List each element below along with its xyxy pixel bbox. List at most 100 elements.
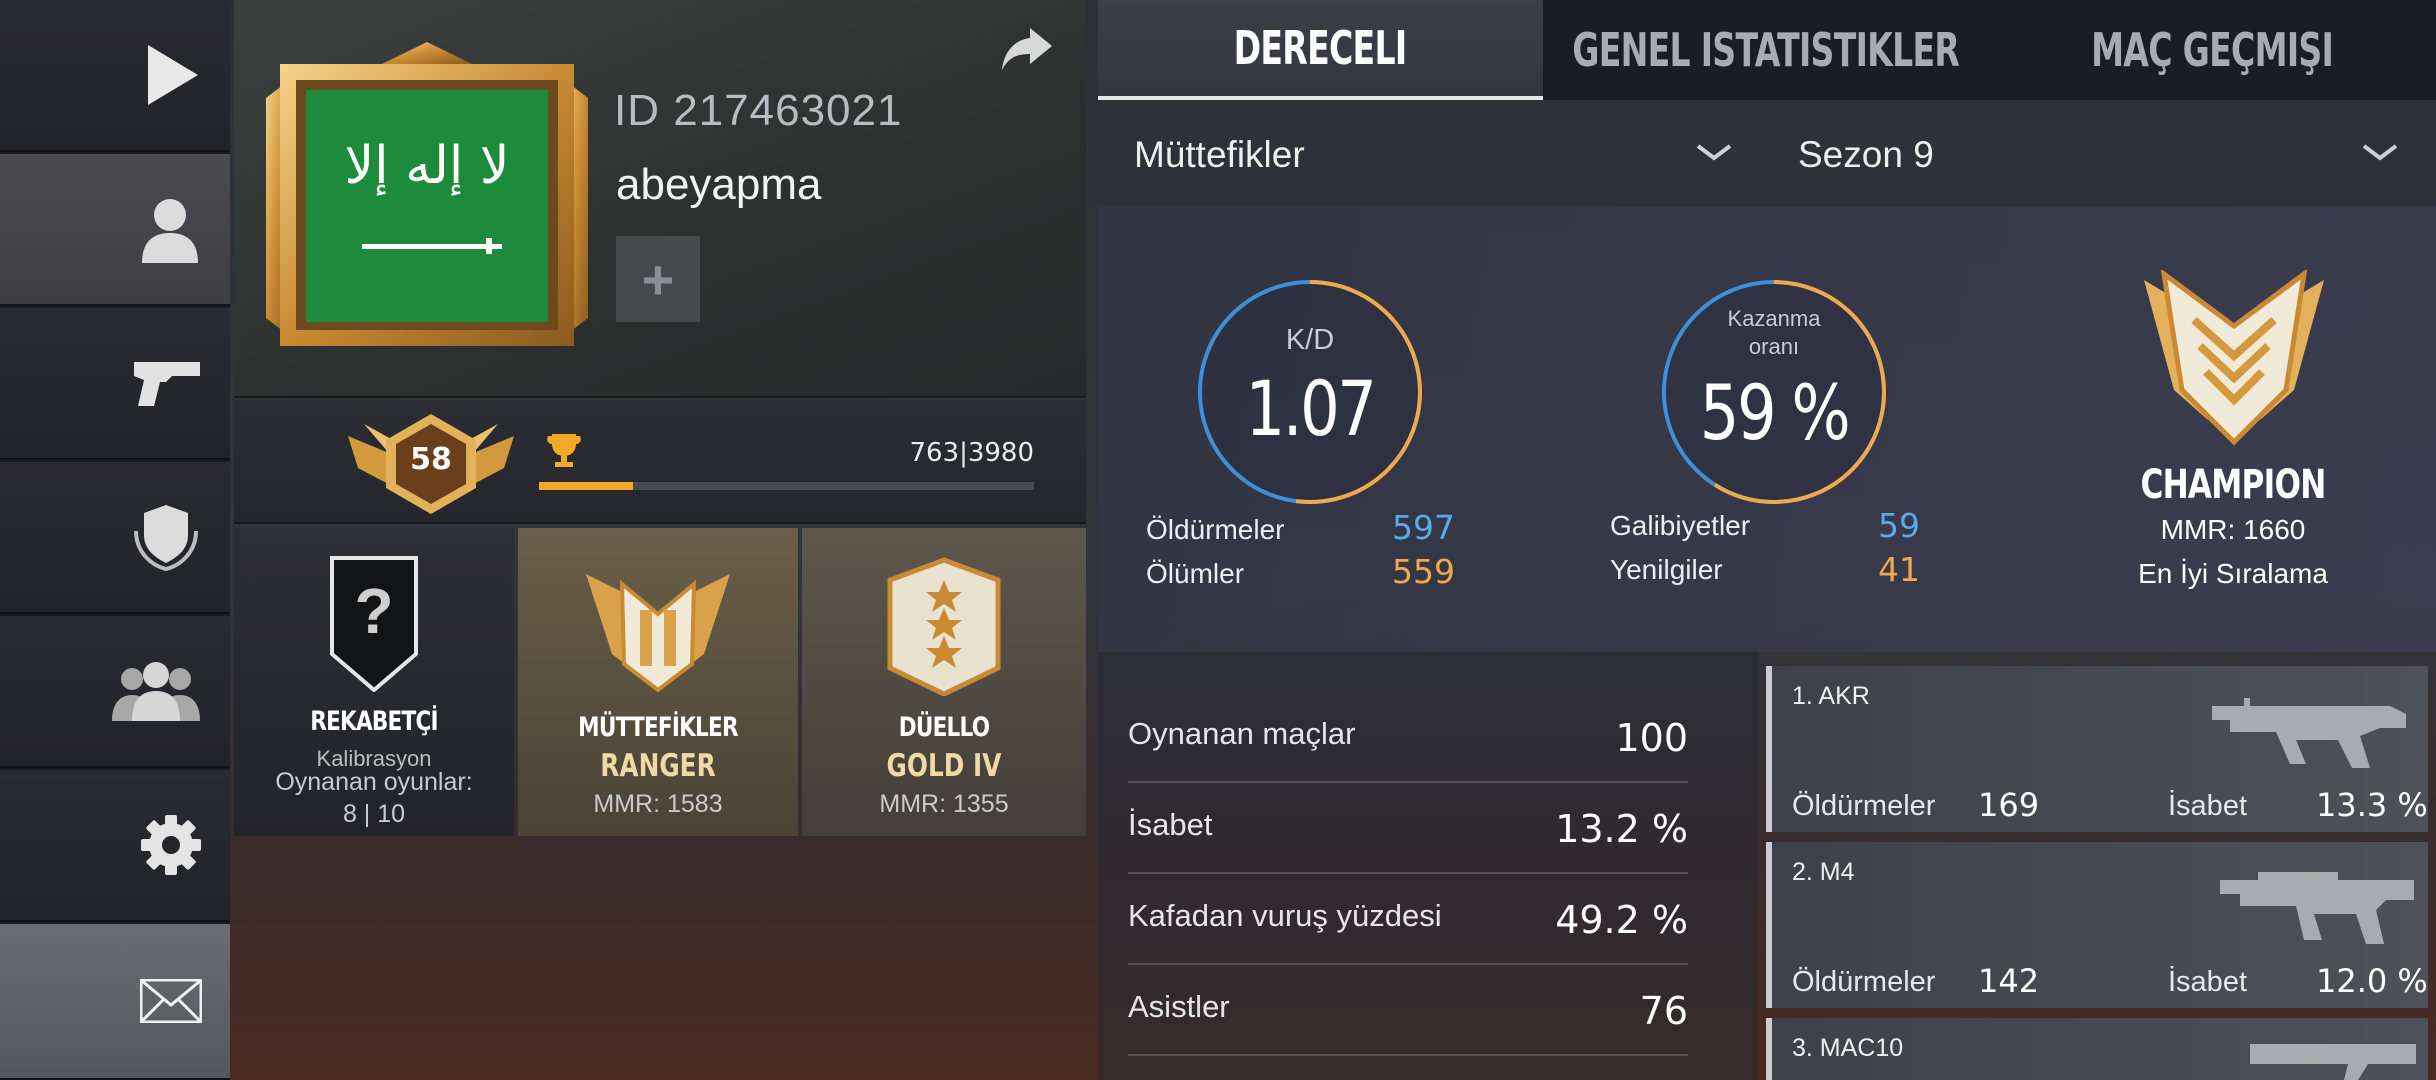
- rank-card-rekabetci[interactable]: ? REKABETÇİ Kalibrasyon Oynanan oyunlar:…: [234, 528, 514, 836]
- weapon-card-m4[interactable]: 2. M4 Öldürmeler 142 İsabet 12.0 %: [1766, 842, 2428, 1008]
- best-rank-label: En İyi Sıralama: [2138, 558, 2328, 589]
- smg-icon: [2250, 1044, 2416, 1080]
- person-icon: [142, 199, 198, 263]
- rank-tier: GOLD IV: [886, 748, 1002, 784]
- detail-label: İsabet: [1128, 807, 1213, 842]
- weapon-kills-value: 142: [1978, 962, 2040, 1000]
- losses-value: 41: [1878, 550, 1920, 589]
- tab-mac-gecmisi[interactable]: MAÇ GEÇMIŞI: [1989, 0, 2436, 100]
- rank-tier: RANGER: [600, 748, 716, 784]
- kills-label: Öldürmeler: [1146, 514, 1285, 545]
- group-icon: [112, 662, 200, 721]
- player-name: abeyapma: [616, 160, 822, 209]
- detail-value: 100: [1615, 716, 1688, 760]
- weapon-accuracy-value: 13.3 %: [2316, 786, 2428, 824]
- mode-dropdown-value: Müttefikler: [1134, 134, 1305, 175]
- kd-label: K/D: [1285, 324, 1335, 356]
- ranger-emblem-icon: [586, 574, 730, 693]
- weapon-accuracy-label: İsabet: [2168, 966, 2247, 998]
- mode-dropdown[interactable]: Müttefikler: [1108, 114, 1758, 196]
- tab-label: GENEL ISTATISTIKLER: [1572, 23, 1961, 77]
- side-navigation: [0, 0, 230, 1080]
- win-rate-label-2: oranı: [1748, 334, 1800, 359]
- weapon-kills-label: Öldürmeler: [1792, 966, 1936, 998]
- rifle-icon: [2212, 698, 2406, 768]
- rank-title: REKABETÇİ: [310, 706, 438, 737]
- tab-genel-istatistikler[interactable]: GENEL ISTATISTIKLER: [1543, 0, 1989, 100]
- detail-label: Kafadan vuruş yüzdesi: [1128, 898, 1442, 933]
- detail-row: Kafadan vuruş yüzdesi 49.2 %: [1128, 874, 1688, 965]
- stats-panel: DERECELI GENEL ISTATISTIKLER MAÇ GEÇMIŞI…: [1098, 0, 2436, 1080]
- win-rate-value: 59 %: [1699, 368, 1851, 457]
- best-rank-mmr: MMR: 1660: [2160, 514, 2306, 545]
- weapon-name: 1. AKR: [1792, 682, 1870, 710]
- deaths-label: Ölümler: [1146, 558, 1245, 589]
- rank-mmr: MMR: 1355: [879, 790, 1009, 818]
- play-icon: [148, 45, 198, 105]
- detail-value: 13.2 %: [1555, 807, 1688, 851]
- detail-row: Asistler 76: [1128, 965, 1688, 1056]
- trophy-icon: [547, 434, 581, 467]
- season-dropdown-value: Sezon 9: [1798, 134, 1934, 175]
- profile-panel: ﻻ ﺇﻟﻪ ﺇﻻ ID 217463021 abeyapma + 58 763|…: [234, 0, 1086, 1080]
- tab-dereceli[interactable]: DERECELI: [1098, 0, 1543, 100]
- tab-label: MAÇ GEÇMIŞI: [2091, 23, 2334, 77]
- champion-emblem-icon: [2144, 270, 2324, 446]
- envelope-icon: [140, 979, 202, 1023]
- weapon-card-akr[interactable]: 1. AKR Öldürmeler 169 İsabet 13.3 %: [1766, 666, 2428, 832]
- rank-mmr: MMR: 1583: [593, 790, 723, 818]
- season-dropdown[interactable]: Sezon 9: [1772, 114, 2424, 196]
- weapon-accuracy-value: 12.0 %: [2316, 962, 2428, 1000]
- detail-label: Asistler: [1128, 989, 1230, 1024]
- nav-weapons[interactable]: [0, 308, 230, 460]
- best-rank-title: CHAMPION: [2140, 462, 2326, 508]
- rank-card-duello[interactable]: DÜELLO GOLD IV MMR: 1355: [802, 528, 1086, 836]
- xp-progress-bar: [539, 482, 1034, 490]
- rifle-icon: [2220, 872, 2414, 944]
- weapon-name: 2. M4: [1792, 858, 1855, 886]
- summary-area: K/D 1.07 Kazanma oranı 59 % Öldürmeler 5…: [1098, 206, 2436, 652]
- detail-value: 49.2 %: [1555, 898, 1688, 942]
- weapon-kills-value: 169: [1978, 786, 2040, 824]
- tab-bar: DERECELI GENEL ISTATISTIKLER MAÇ GEÇMIŞI: [1098, 0, 2436, 100]
- detail-row: İsabet 13.2 %: [1128, 783, 1688, 874]
- gear-icon: [141, 815, 201, 875]
- detail-value: 76: [1639, 989, 1688, 1033]
- nav-friends[interactable]: [0, 616, 230, 768]
- shield-laurel-icon: [134, 505, 198, 572]
- chevron-down-icon: [1696, 144, 1732, 161]
- unranked-badge-mark: ?: [354, 575, 394, 647]
- weapon-card-mac10[interactable]: 3. MAC10: [1766, 1018, 2428, 1080]
- wins-label: Galibiyetler: [1610, 510, 1751, 541]
- kd-value: 1.07: [1245, 364, 1377, 453]
- nav-settings[interactable]: [0, 770, 230, 922]
- detail-label: Oynanan maçlar: [1128, 716, 1356, 751]
- level-number: 58: [410, 442, 452, 477]
- weapon-accuracy-label: İsabet: [2168, 790, 2247, 822]
- nav-clan[interactable]: [0, 462, 230, 614]
- games-played-label: Oynanan oyunlar:: [275, 768, 473, 796]
- add-button[interactable]: +: [616, 236, 700, 322]
- wins-value: 59: [1878, 506, 1920, 545]
- losses-label: Yenilgiler: [1610, 554, 1723, 585]
- pistol-icon: [134, 362, 200, 406]
- chevron-down-icon: [2362, 144, 2398, 161]
- rank-card-muttefikler[interactable]: MÜTTEFİKLER RANGER MMR: 1583: [518, 528, 798, 836]
- kd-ring: K/D 1.07: [1190, 272, 1430, 512]
- xp-counter: 763|3980: [909, 438, 1034, 468]
- nav-profile[interactable]: [0, 154, 230, 306]
- profile-header: ﻻ ﺇﻟﻪ ﺇﻻ ID 217463021 abeyapma +: [234, 0, 1086, 398]
- details-list: Oynanan maçlar 100 İsabet 13.2 % Kafadan…: [1098, 652, 1758, 1080]
- rank-title: DÜELLO: [898, 712, 990, 743]
- avatar[interactable]: ﻻ ﺇﻟﻪ ﺇﻻ: [262, 38, 592, 358]
- weapon-name: 3. MAC10: [1792, 1034, 1904, 1062]
- gold-iv-emblem-icon: [887, 557, 1001, 696]
- tab-label: DERECELI: [1234, 21, 1408, 75]
- win-rate-ring: Kazanma oranı 59 %: [1654, 272, 1894, 512]
- share-icon[interactable]: [1000, 26, 1054, 72]
- nav-mail[interactable]: [0, 924, 230, 1080]
- rank-title: MÜTTEFİKLER: [578, 712, 738, 743]
- xp-progress-fill: [539, 482, 634, 490]
- nav-play[interactable]: [0, 0, 230, 152]
- kills-value: 597: [1392, 508, 1455, 547]
